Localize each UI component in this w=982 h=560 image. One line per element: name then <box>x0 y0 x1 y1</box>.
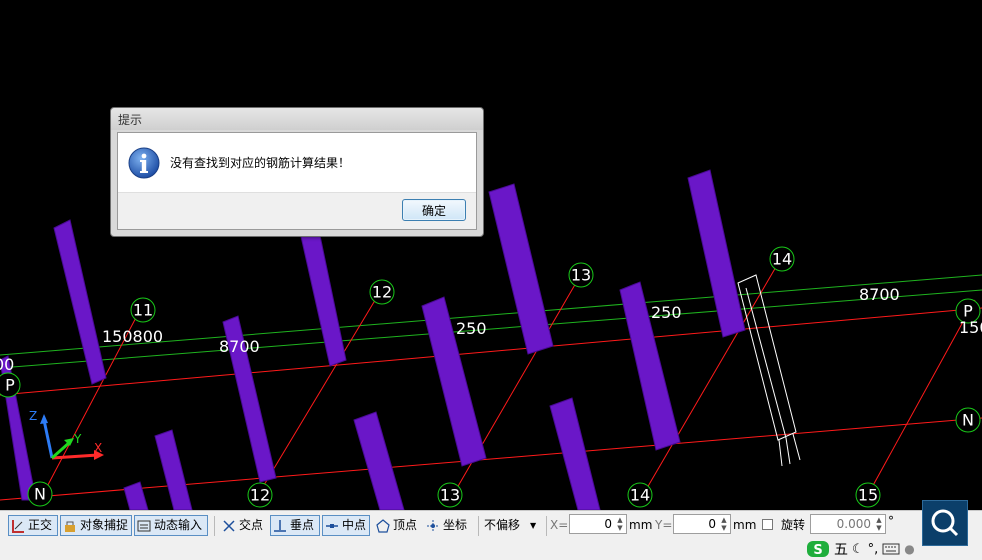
coordinate-snap[interactable]: 坐标 <box>424 515 474 536</box>
ortho-toggle[interactable]: 正交 <box>8 515 58 536</box>
perpendicular-snap[interactable]: 垂点 <box>270 515 320 536</box>
dialog-button-area: 确定 <box>118 192 476 229</box>
dimension-label: 8700 <box>219 337 260 356</box>
ucs-axis-icon: Z Y X <box>29 409 104 460</box>
grid-axis-13: 13 <box>571 266 591 285</box>
search-button[interactable] <box>922 500 968 546</box>
offset-mode-select[interactable]: 不偏移 ▼ <box>484 515 544 536</box>
chevron-down-icon: ▼ <box>530 521 537 530</box>
info-icon <box>128 147 160 179</box>
dialog-body: 没有查找到对应的钢筋计算结果！ 确定 <box>117 132 477 230</box>
midpoint-icon <box>326 523 338 528</box>
snap-toolbar: 正交 对象捕捉 动态输入 交点 垂点 中点 顶点 坐标 不偏移 ▼ X= 0 ▲… <box>0 510 982 541</box>
y-offset-spinner[interactable]: ▲ ▼ <box>719 516 729 532</box>
grid-row-n-right: N <box>962 411 974 430</box>
dimension-label: 150800 <box>102 327 163 346</box>
x-offset-spinner[interactable]: ▲ ▼ <box>615 516 625 532</box>
vertex-snap[interactable]: 顶点 <box>374 515 422 536</box>
moon-icon[interactable]: ☾ <box>852 542 864 557</box>
x-unit: mm <box>629 518 653 532</box>
svg-text:S: S <box>813 543 822 558</box>
y-offset-input[interactable]: 0 ▲ ▼ <box>673 514 731 534</box>
coordinate-icon <box>427 519 439 532</box>
svg-text:X: X <box>94 441 102 455</box>
intersection-snap[interactable]: 交点 <box>220 515 268 536</box>
message-dialog: 提示 没有查找到对应的钢筋计算结果！ 确定 <box>110 107 484 237</box>
ok-button[interactable]: 确定 <box>402 199 466 221</box>
x-label: X= <box>550 518 569 532</box>
toolbar-separator <box>546 516 547 536</box>
dimension-label: 150 <box>959 318 982 337</box>
x-offset-input[interactable]: 0 ▲ ▼ <box>569 514 627 534</box>
3d-viewport[interactable]: 11 12 13 14 12 13 14 15 P N P N 150800 8… <box>0 0 982 510</box>
intersection-icon <box>223 519 235 532</box>
rotate-spinner[interactable]: ▲ ▼ <box>874 516 884 532</box>
dialog-title: 提示 <box>111 108 483 130</box>
keyboard-icon[interactable] <box>882 542 900 556</box>
dimension-label: 250 <box>651 303 682 322</box>
grid-row-n-left: N <box>34 485 46 504</box>
rotate-input[interactable]: 0.000 ▲ ▼ <box>810 514 886 534</box>
y-unit: mm <box>733 518 757 532</box>
object-snap-toggle[interactable]: 对象捕捉 <box>60 515 132 536</box>
grid-row-p-left: P <box>5 376 15 395</box>
search-icon <box>931 509 959 537</box>
perpendicular-icon <box>274 519 286 532</box>
dynamic-input-toggle[interactable]: 动态输入 <box>134 515 208 536</box>
grid-axis-13-bottom: 13 <box>440 486 460 505</box>
dialog-message: 没有查找到对应的钢筋计算结果！ <box>170 156 351 170</box>
dimension-label: 00 <box>0 355 14 374</box>
snap-icon <box>65 521 75 532</box>
grid-axis-15-bottom: 15 <box>858 486 878 505</box>
ortho-icon <box>12 519 24 533</box>
dimension-label: 8700 <box>859 285 900 304</box>
rotate-label: 旋转 <box>781 518 806 532</box>
toolbar-separator <box>478 516 479 536</box>
toolbar-separator <box>214 516 215 536</box>
grid-axis-14: 14 <box>772 250 792 269</box>
midpoint-snap[interactable]: 中点 <box>322 515 370 536</box>
vertex-icon <box>376 518 390 533</box>
ime-toolbar: S 五 ☾ °, ● <box>806 538 915 560</box>
dialog-message-area: 没有查找到对应的钢筋计算结果！ <box>118 133 476 193</box>
dynamic-input-icon <box>137 520 151 531</box>
punctuation-icon[interactable]: °, <box>868 542 879 557</box>
grid-axis-12-bottom: 12 <box>250 486 270 505</box>
sogou-ime-icon[interactable]: S <box>806 539 830 559</box>
ime-mode[interactable]: 五 <box>834 539 848 559</box>
model-canvas: 11 12 13 14 12 13 14 15 P N P N 150800 8… <box>0 169 982 510</box>
rotate-unit: ° <box>888 514 894 528</box>
grid-axis-12: 12 <box>372 283 392 302</box>
svg-text:Z: Z <box>29 409 37 423</box>
grid-axis-14-bottom: 14 <box>630 486 650 505</box>
y-label: Y= <box>655 518 673 532</box>
grid-axis-11: 11 <box>133 301 153 320</box>
dimension-label: 250 <box>456 319 487 338</box>
rotate-checkbox[interactable] <box>762 519 773 530</box>
svg-text:Y: Y <box>73 432 82 446</box>
skin-icon[interactable]: ● <box>904 542 914 556</box>
